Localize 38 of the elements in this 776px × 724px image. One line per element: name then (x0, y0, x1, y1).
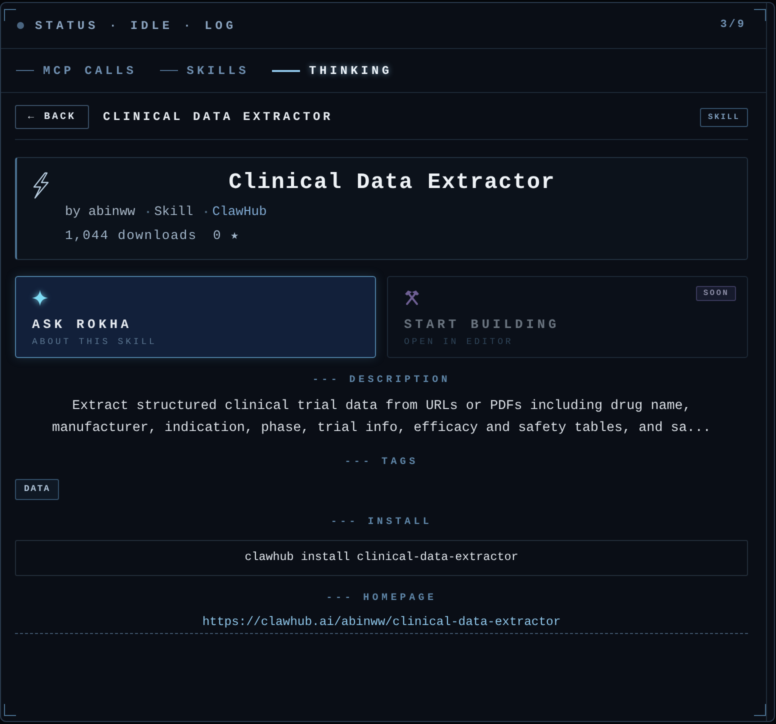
source-link[interactable]: ClawHub (212, 203, 267, 221)
page-counter: 3/9 (720, 18, 746, 34)
skill-title: Clinical Data Extractor (228, 169, 556, 197)
crossed-hammers-icon (404, 290, 420, 306)
sparkle-icon (32, 290, 48, 306)
action-subtitle: OPEN IN EDITOR (404, 336, 514, 348)
corner-bracket-icon (754, 9, 766, 21)
rating-text: 0 ★ (213, 227, 240, 245)
tab-indicator (16, 70, 34, 71)
tab[interactable]: MCP CALLS (16, 62, 137, 80)
lightning-icon (31, 172, 51, 199)
skill-type-text: Skill (154, 203, 194, 221)
corner-bracket-icon (4, 704, 16, 716)
action-card[interactable]: ASK ROKHA ABOUT THIS SKILL (15, 276, 376, 358)
author-text: by abinww (65, 203, 136, 221)
status-text: STATUS · IDLE · LOG (35, 18, 236, 34)
page-title: CLINICAL DATA EXTRACTOR (103, 109, 334, 126)
section-heading: --- DESCRIPTION (311, 374, 452, 388)
section-heading: --- HOMEPAGE (325, 592, 438, 606)
back-button[interactable]: ← BACK (15, 105, 89, 129)
skill-badge: SKILL (700, 108, 748, 126)
install-command: clawhub install clinical-data-extractor (15, 540, 748, 576)
tab[interactable]: THINKING (272, 62, 392, 80)
section-heading: --- TAGS (344, 456, 420, 470)
corner-bracket-icon (4, 9, 16, 21)
soon-badge: SOON (696, 286, 736, 301)
tab-indicator (160, 70, 178, 71)
tag: DATA (15, 479, 60, 500)
action-title: ASK ROKHA (32, 316, 132, 334)
description-text: Extract structured clinical trial data from URLs or PDFs including drug name, manufacturer, indication, phase, trial info, efficacy and safety tables, and sa... (51, 398, 712, 438)
tab-indicator (272, 70, 300, 72)
action-subtitle: ABOUT THIS SKILL (32, 336, 157, 348)
downloads-text: 1,044 downloads (65, 227, 198, 245)
homepage-link[interactable]: https://clawhub.ai/abinww/clinical-data-extractor (202, 614, 561, 630)
section-heading: --- INSTALL (330, 516, 434, 530)
corner-bracket-icon (754, 704, 766, 716)
action-title: START BUILDING (404, 316, 560, 334)
tab[interactable]: SKILLS (160, 62, 250, 80)
